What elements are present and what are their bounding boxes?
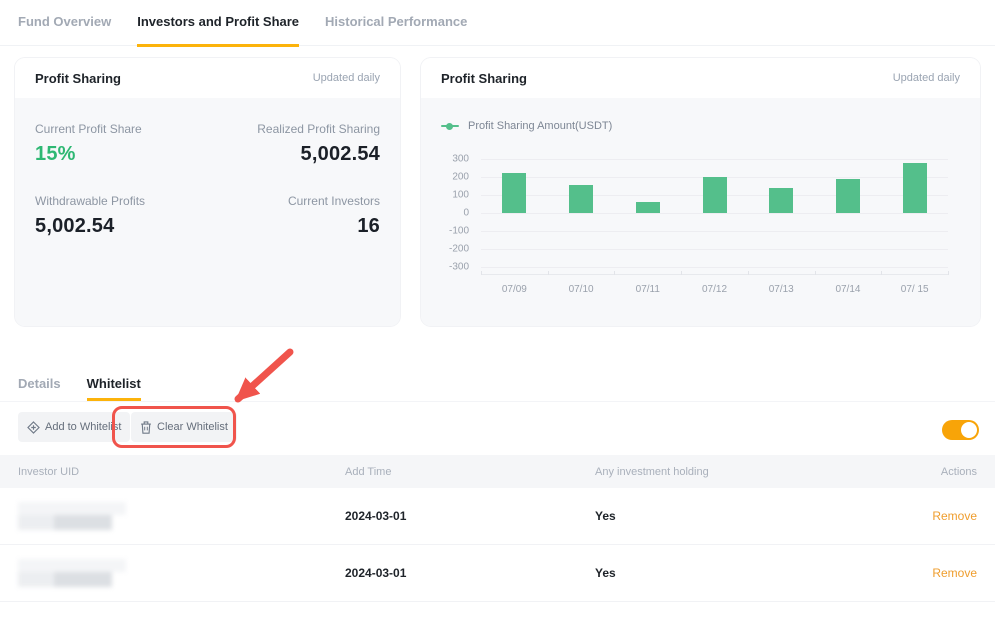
bar-07-11 [636,202,660,213]
tab-whitelist[interactable]: Whitelist [87,366,141,401]
x-tick-label: 07/14 [815,284,882,295]
redacted-investor-uid [18,559,126,587]
bar-chart-plot [481,159,948,275]
bar-07-14 [836,179,860,213]
stats-card-updated-label: Updated daily [313,72,380,84]
bar-chart: 3002001000-100-200-300 [441,159,960,275]
stat-realized-profit-sharing: Realized Profit Sharing 5,002.54 [208,122,381,166]
top-tab-bar: Fund Overview Investors and Profit Share… [0,0,995,46]
chart-y-axis: 3002001000-100-200-300 [441,159,481,275]
x-tick [614,271,615,275]
sub-tab-bar: Details Whitelist [0,366,995,402]
profit-sharing-chart-card: Profit Sharing Updated daily Profit Shar… [421,58,980,326]
tab-details[interactable]: Details [18,366,61,401]
stat-label: Current Profit Share [35,122,208,136]
chart-card-header: Profit Sharing Updated daily [421,58,980,98]
y-tick-label: -300 [449,262,469,273]
col-header-investment-holding: Any investment holding [595,466,905,478]
table-row: 2024-03-01 Yes Remove [0,488,995,545]
y-tick-label: -100 [449,226,469,237]
stats-card-body: Current Profit Share 15% Realized Profit… [15,98,400,326]
x-tick-label: 07/10 [548,284,615,295]
tab-investors-profit-share[interactable]: Investors and Profit Share [137,14,299,47]
chart-legend: Profit Sharing Amount(USDT) [441,120,960,132]
stat-value: 5,002.54 [35,215,208,238]
profit-sharing-stats-card: Profit Sharing Updated daily Current Pro… [15,58,400,326]
x-tick [748,271,749,275]
gridline [481,249,948,250]
whitelist-table: Investor UID Add Time Any investment hol… [0,455,995,602]
chart-x-axis: 07/0907/1007/1107/1207/1307/1407/ 15 [481,284,948,295]
gridline [481,213,948,214]
gridline [481,159,948,160]
col-header-investor-uid: Investor UID [18,466,345,478]
trash-icon [140,421,152,434]
chart-card-body: Profit Sharing Amount(USDT) 300 200 100 0 -1… [421,98,980,326]
add-to-whitelist-icon [27,421,40,434]
x-tick [881,271,882,275]
y-tick-label: 200 [452,172,469,183]
cell-investment-holding: Yes [595,566,905,580]
stat-value: 15% [35,143,208,166]
tab-historical-performance[interactable]: Historical Performance [325,14,467,45]
x-tick [548,271,549,275]
whitelist-toggle[interactable] [942,420,979,440]
stats-card-title: Profit Sharing [35,71,121,86]
toggle-knob [961,422,977,438]
bar-07--15 [903,163,927,213]
x-tick [948,271,949,275]
tab-fund-overview[interactable]: Fund Overview [18,14,111,45]
x-tick [481,271,482,275]
x-tick-label: 07/ 15 [881,284,948,295]
stat-current-profit-share: Current Profit Share 15% [35,122,208,166]
col-header-actions: Actions [905,466,977,478]
chart-card-updated-label: Updated daily [893,72,960,84]
remove-link[interactable]: Remove [932,509,977,523]
add-to-whitelist-label: Add to Whitelist [45,421,121,433]
redacted-investor-uid [18,502,126,530]
stat-value: 5,002.54 [208,143,381,166]
stats-card-header: Profit Sharing Updated daily [15,58,400,98]
fund-management-page: Fund Overview Investors and Profit Share… [0,0,995,625]
x-axis-line [481,274,948,275]
stat-value: 16 [208,215,381,238]
table-header-row: Investor UID Add Time Any investment hol… [0,455,995,488]
remove-link[interactable]: Remove [932,566,977,580]
y-tick-label: -200 [449,244,469,255]
bar-07-13 [769,188,793,213]
x-tick-label: 07/13 [748,284,815,295]
stat-label: Withdrawable Profits [35,194,208,208]
stat-label: Realized Profit Sharing [208,122,381,136]
x-tick-label: 07/12 [681,284,748,295]
legend-label: Profit Sharing Amount(USDT) [468,120,612,132]
chart-card-title: Profit Sharing [441,71,527,86]
cell-add-time: 2024-03-01 [345,509,595,523]
clear-whitelist-label: Clear Whitelist [157,421,228,433]
cell-investment-holding: Yes [595,509,905,523]
add-to-whitelist-button[interactable]: Add to Whitelist [18,412,130,442]
x-tick [815,271,816,275]
x-tick [681,271,682,275]
clear-whitelist-button[interactable]: Clear Whitelist [131,412,237,442]
stat-withdrawable-profits: Withdrawable Profits 5,002.54 [35,194,208,238]
y-tick-label: 100 [452,190,469,201]
stat-current-investors: Current Investors 16 [208,194,381,238]
y-tick-label: 0 [463,208,469,219]
x-tick-label: 07/11 [614,284,681,295]
bar-07-12 [703,177,727,213]
y-tick-label: 300 [452,154,469,165]
col-header-add-time: Add Time [345,466,595,478]
stat-label: Current Investors [208,194,381,208]
legend-line-dot-icon [441,125,459,127]
gridline [481,267,948,268]
table-row: 2024-03-01 Yes Remove [0,545,995,602]
bar-07-10 [569,185,593,213]
cell-add-time: 2024-03-01 [345,566,595,580]
bar-07-09 [502,173,526,214]
x-tick-label: 07/09 [481,284,548,295]
gridline [481,231,948,232]
